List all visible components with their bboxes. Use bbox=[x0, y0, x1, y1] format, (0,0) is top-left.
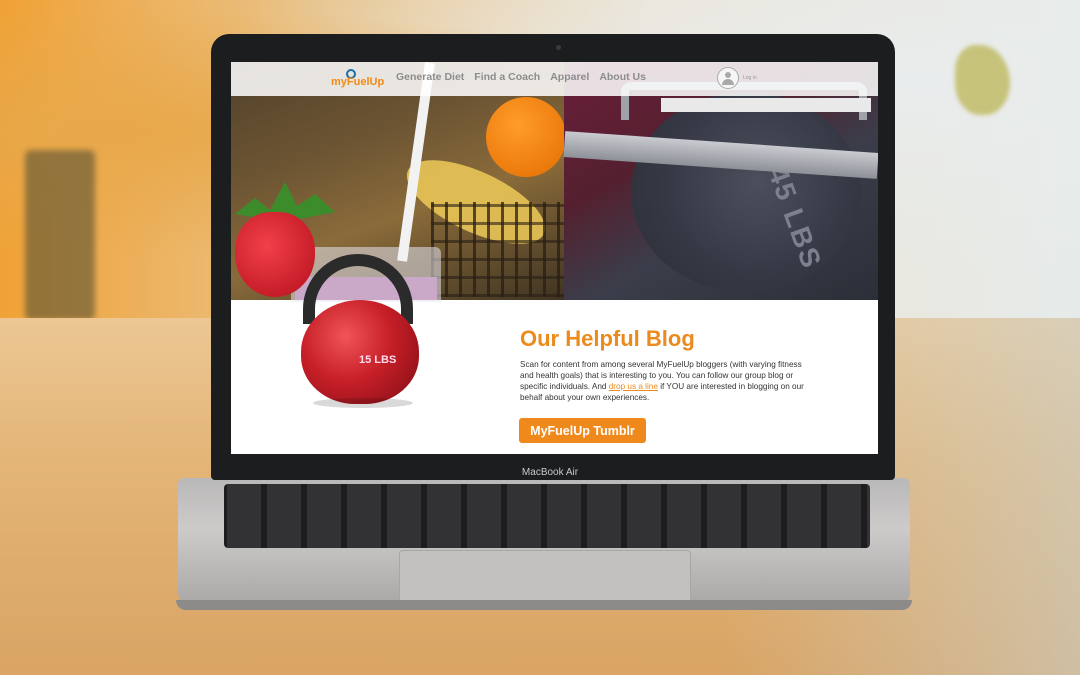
kettlebell-shadow bbox=[313, 398, 413, 408]
nav-about-us[interactable]: About Us bbox=[599, 71, 646, 83]
nav-links: Generate Diet Find a Coach Apparel About… bbox=[396, 71, 646, 83]
fruit-photo bbox=[231, 62, 566, 302]
nav-find-a-coach[interactable]: Find a Coach bbox=[474, 71, 540, 83]
camera-icon bbox=[556, 45, 561, 50]
site-navbar: myFuelUp Generate Diet Find a Coach Appa… bbox=[231, 62, 878, 96]
myfuelup-logo[interactable]: myFuelUp bbox=[331, 69, 384, 91]
login-label: Log in bbox=[743, 75, 757, 81]
blog-description: Scan for content from among several MyFu… bbox=[520, 359, 815, 403]
nav-generate-diet[interactable]: Generate Diet bbox=[396, 71, 464, 83]
laptop-model-label: MacBook Air bbox=[521, 467, 579, 478]
strawberry bbox=[235, 212, 315, 297]
handle-grip bbox=[661, 98, 871, 112]
blog-heading: Our Helpful Blog bbox=[520, 326, 695, 351]
user-icon bbox=[717, 67, 739, 89]
laptop-screen: 45 LBS myFuelUp Generate Diet Find a Coa… bbox=[231, 62, 878, 454]
laptop-keyboard bbox=[224, 484, 870, 548]
laptop-trackpad bbox=[399, 550, 691, 604]
kettlebell bbox=[301, 300, 419, 404]
laptop-edge bbox=[176, 600, 912, 610]
tumblr-button[interactable]: MyFuelUp Tumblr bbox=[519, 418, 646, 443]
drop-us-a-line-link[interactable]: drop us a line bbox=[609, 382, 658, 391]
nav-apparel[interactable]: Apparel bbox=[550, 71, 589, 83]
orange-fruit bbox=[486, 97, 566, 177]
background-plant bbox=[25, 150, 95, 320]
wire-basket bbox=[431, 202, 564, 297]
logo-text: myFuelUp bbox=[331, 76, 385, 88]
kettlebell-label: 15 LBS bbox=[359, 354, 397, 366]
login-button[interactable]: Log in bbox=[717, 67, 757, 89]
